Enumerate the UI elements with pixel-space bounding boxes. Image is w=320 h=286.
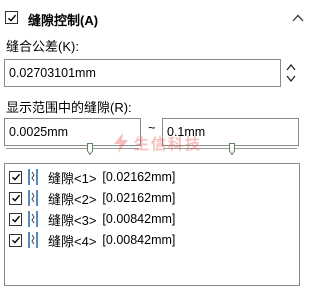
- gap-checkbox[interactable]: [9, 212, 22, 226]
- gap-checkbox[interactable]: [9, 170, 22, 184]
- chevron-up-icon[interactable]: [292, 13, 304, 23]
- list-item[interactable]: 缝隙<2> [0.02162mm]: [9, 188, 175, 208]
- watermark-text: 生信科技: [134, 135, 203, 153]
- group-enable-checkbox[interactable]: [5, 11, 18, 24]
- gap-icon: [28, 169, 38, 185]
- group-title: 缝隙控制(A): [28, 13, 99, 28]
- check-icon: [7, 14, 16, 22]
- range-max-slider-thumb[interactable]: [229, 143, 235, 155]
- list-item[interactable]: 缝隙<3> [0.00842mm]: [9, 209, 175, 229]
- gap-value: [0.00842mm]: [102, 233, 176, 247]
- gap-icon: [28, 232, 38, 248]
- list-item[interactable]: 缝隙<1> [0.02162mm]: [9, 167, 175, 187]
- lightning-logo-icon: [114, 133, 128, 153]
- gap-icon: [28, 190, 38, 206]
- gap-checkbox[interactable]: [9, 191, 22, 205]
- tolerance-input[interactable]: 0.02703101mm: [4, 59, 281, 87]
- range-min-slider-thumb[interactable]: [87, 143, 93, 155]
- list-item[interactable]: 缝隙<4> [0.00842mm]: [9, 230, 175, 250]
- gap-checkbox[interactable]: [9, 233, 22, 247]
- check-icon: [11, 173, 20, 181]
- group-header[interactable]: 缝隙控制(A): [0, 0, 314, 30]
- gap-name: 缝隙<4>: [48, 233, 97, 249]
- watermark: 生信科技: [110, 132, 202, 154]
- gap-list[interactable]: 缝隙<1> [0.02162mm] 缝隙<2> [0.02162mm] 缝隙<3…: [4, 163, 300, 286]
- gap-value: [0.02162mm]: [102, 191, 176, 205]
- spinner-arrows-icon: [286, 63, 296, 83]
- gap-name: 缝隙<1>: [48, 170, 97, 186]
- gap-value: [0.00842mm]: [102, 212, 176, 226]
- gap-name: 缝隙<3>: [48, 212, 97, 228]
- gap-name: 缝隙<2>: [48, 191, 97, 207]
- check-icon: [11, 215, 20, 223]
- gap-value: [0.02162mm]: [102, 170, 176, 184]
- check-icon: [11, 236, 20, 244]
- check-icon: [11, 194, 20, 202]
- tolerance-label: 缝合公差(K):: [6, 39, 79, 54]
- gap-icon: [28, 211, 38, 227]
- tolerance-spinner[interactable]: [283, 59, 299, 87]
- range-label: 显示范围中的缝隙(R):: [6, 100, 132, 115]
